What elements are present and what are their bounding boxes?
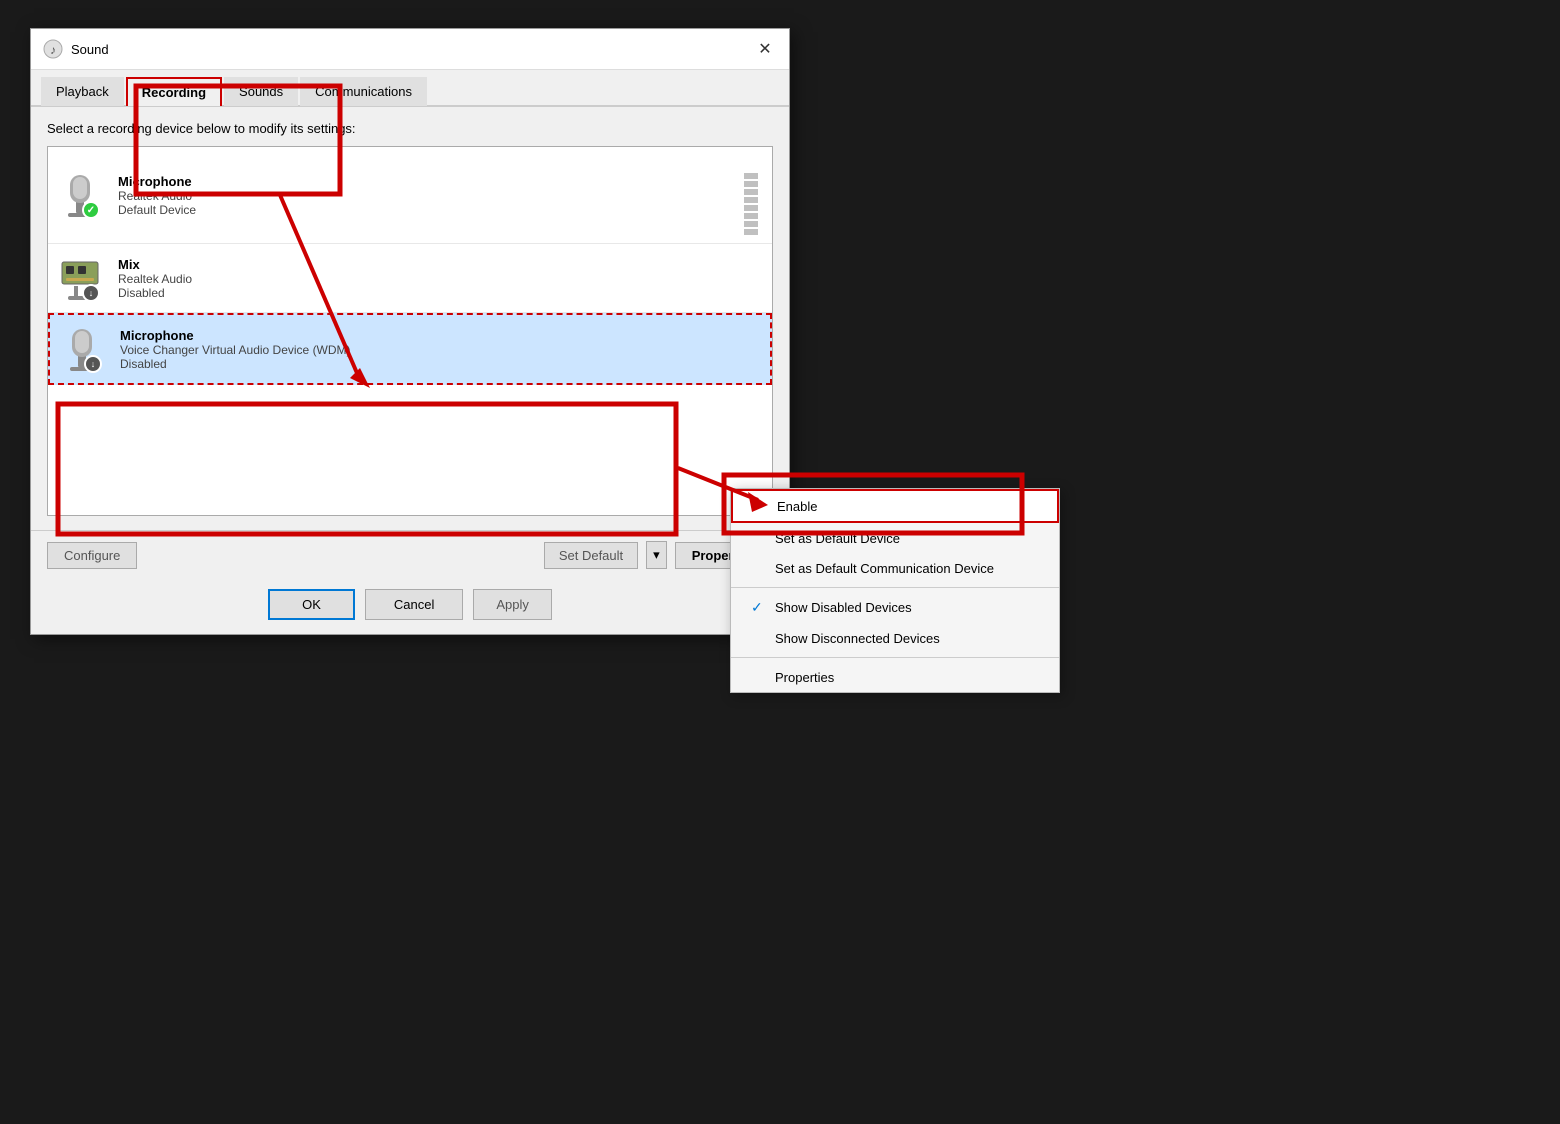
ctx-show-disabled-label: Show Disabled Devices [775, 600, 912, 615]
level-bar-6 [744, 189, 758, 195]
tab-recording[interactable]: Recording [126, 77, 222, 106]
tab-communications[interactable]: Communications [300, 77, 427, 106]
disabled-icon-vc: ↓ [84, 355, 102, 373]
device-list[interactable]: ✓ Microphone Realtek Audio Default Devic… [47, 146, 773, 516]
tab-playback[interactable]: Playback [41, 77, 124, 106]
ctx-properties[interactable]: Properties [731, 662, 1059, 692]
ctx-properties-label: Properties [775, 670, 834, 685]
ctx-set-default-check [751, 530, 767, 546]
level-bar-2 [744, 221, 758, 227]
device-driver: Realtek Audio [118, 189, 744, 203]
close-button[interactable]: ✕ [753, 37, 777, 61]
sound-dialog: ♪ Sound ✕ Playback Recording Sounds Comm… [30, 28, 790, 635]
device-status-vc: Disabled [120, 357, 760, 371]
device-info-voicechanger: Microphone Voice Changer Virtual Audio D… [120, 328, 760, 371]
ok-button[interactable]: OK [268, 589, 355, 620]
ctx-separator-1 [731, 587, 1059, 588]
level-bar-1 [744, 229, 758, 235]
ctx-properties-check [751, 669, 767, 685]
level-bar-5 [744, 197, 758, 203]
mix-icon: ↓ [58, 252, 106, 304]
level-bar-8 [744, 173, 758, 179]
svg-text:♪: ♪ [50, 43, 56, 57]
tab-bar: Playback Recording Sounds Communications [31, 70, 789, 107]
disabled-icon-mix: ↓ [82, 284, 100, 302]
ctx-set-default-comm[interactable]: Set as Default Communication Device [731, 553, 1059, 583]
ctx-show-disabled-check: ✓ [751, 599, 767, 616]
ctx-separator-2 [731, 657, 1059, 658]
context-menu: Enable Set as Default Device Set as Defa… [730, 488, 1060, 693]
device-info-microphone-default: Microphone Realtek Audio Default Device [118, 174, 744, 217]
set-default-button[interactable]: Set Default [544, 542, 638, 569]
device-item-voicechanger[interactable]: ↓ Microphone Voice Changer Virtual Audio… [48, 313, 772, 385]
ctx-set-default-label: Set as Default Device [775, 531, 900, 546]
apply-button[interactable]: Apply [473, 589, 552, 620]
instruction-text: Select a recording device below to modif… [47, 121, 773, 136]
level-meter [744, 155, 762, 235]
device-status: Default Device [118, 203, 744, 217]
main-button-row: OK Cancel Apply [31, 579, 789, 634]
sound-icon: ♪ [43, 39, 63, 59]
level-bar-7 [744, 181, 758, 187]
level-bar-4 [744, 205, 758, 211]
device-name-vc: Microphone [120, 328, 760, 343]
title-bar-left: ♪ Sound [43, 39, 109, 59]
dialog-content: Select a recording device below to modif… [31, 107, 789, 530]
device-driver-mix: Realtek Audio [118, 272, 762, 286]
ctx-enable-label: Enable [777, 499, 817, 514]
tab-sounds[interactable]: Sounds [224, 77, 298, 106]
device-name: Microphone [118, 174, 744, 189]
device-name-mix: Mix [118, 257, 762, 272]
dialog-title: Sound [71, 42, 109, 57]
device-driver-vc: Voice Changer Virtual Audio Device (WDM) [120, 343, 760, 357]
ctx-set-default-comm-check [751, 560, 767, 576]
device-info-mix: Mix Realtek Audio Disabled [118, 257, 762, 300]
level-bar-3 [744, 213, 758, 219]
ctx-enable[interactable]: Enable [731, 489, 1059, 523]
ctx-set-default-comm-label: Set as Default Communication Device [775, 561, 994, 576]
device-item-microphone-default[interactable]: ✓ Microphone Realtek Audio Default Devic… [48, 147, 772, 244]
default-check-icon: ✓ [82, 201, 100, 219]
ctx-show-disconnected[interactable]: Show Disconnected Devices [731, 623, 1059, 653]
cancel-button[interactable]: Cancel [365, 589, 463, 620]
title-bar: ♪ Sound ✕ [31, 29, 789, 70]
device-status-mix: Disabled [118, 286, 762, 300]
ctx-enable-check [753, 498, 769, 514]
device-item-mix[interactable]: ↓ Mix Realtek Audio Disabled [48, 244, 772, 313]
ctx-set-default[interactable]: Set as Default Device [731, 523, 1059, 553]
microphone-default-icon: ✓ [58, 169, 106, 221]
device-buttons: Configure Set Default ▾ Properties [31, 530, 789, 579]
ctx-show-disabled[interactable]: ✓ Show Disabled Devices [731, 592, 1059, 623]
ctx-show-disconnected-label: Show Disconnected Devices [775, 631, 940, 646]
set-default-dropdown-button[interactable]: ▾ [646, 541, 667, 569]
ctx-show-disconnected-check [751, 630, 767, 646]
configure-button[interactable]: Configure [47, 542, 137, 569]
voicechanger-icon: ↓ [60, 323, 108, 375]
